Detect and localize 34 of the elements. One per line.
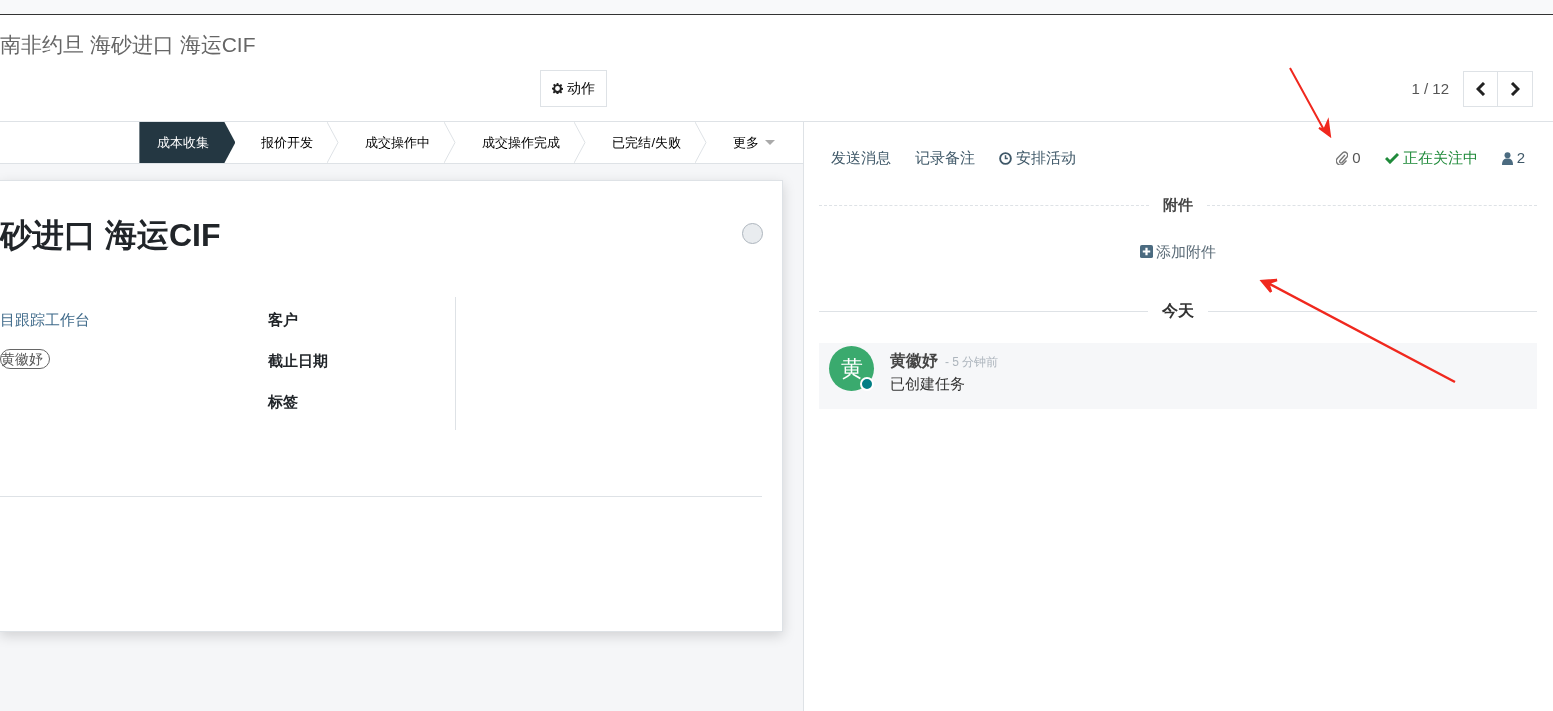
stage-button[interactable]: 成本收集 [139,122,236,163]
attachments-heading: 附件 [1163,195,1193,215]
message-time: - 5 分钟前 [945,354,999,371]
clock-icon [999,151,1012,165]
chevron-right-icon [1510,82,1520,96]
message-body: 已创建任务 [890,374,966,394]
chatter-action-button[interactable]: 安排活动 [999,146,1076,170]
following-button[interactable]: 正在关注中 [1384,146,1478,170]
message-author: 黄徽妤 [890,351,938,371]
add-attachment-link[interactable]: 添加附件 [1139,240,1217,263]
pager-value: 1 / 12 [1411,78,1449,99]
previous-button[interactable] [1463,71,1498,107]
field-label: 标签 [268,392,299,412]
check-icon [1384,152,1399,164]
plus-icon [1139,245,1153,259]
attachment-count-button[interactable]: 0 [1336,146,1361,170]
chatter-action-button[interactable]: 发送消息 [831,146,891,170]
user-icon [1501,151,1513,165]
next-button[interactable] [1498,71,1533,107]
chevron-left-icon [1475,82,1486,96]
project-link[interactable]: 目跟踪工作台 [0,309,90,337]
chatter-action-button[interactable]: 记录备注 [915,146,975,170]
page-title: 南非约旦 海砂进口 海运CIF [0,32,257,58]
field-label: 截止日期 [268,351,329,371]
avatar: 黄 [829,346,874,391]
gear-icon [552,83,563,94]
paperclip-icon [1336,151,1349,165]
followers-button[interactable]: 2 [1501,146,1525,170]
annotation-arrow [1288,66,1332,138]
field-label: 客户 [268,310,299,330]
online-status-icon [860,377,874,391]
date-separator: 今天 [1162,301,1194,321]
action-button[interactable]: 动作 [540,70,607,107]
caret-icon [765,140,775,147]
